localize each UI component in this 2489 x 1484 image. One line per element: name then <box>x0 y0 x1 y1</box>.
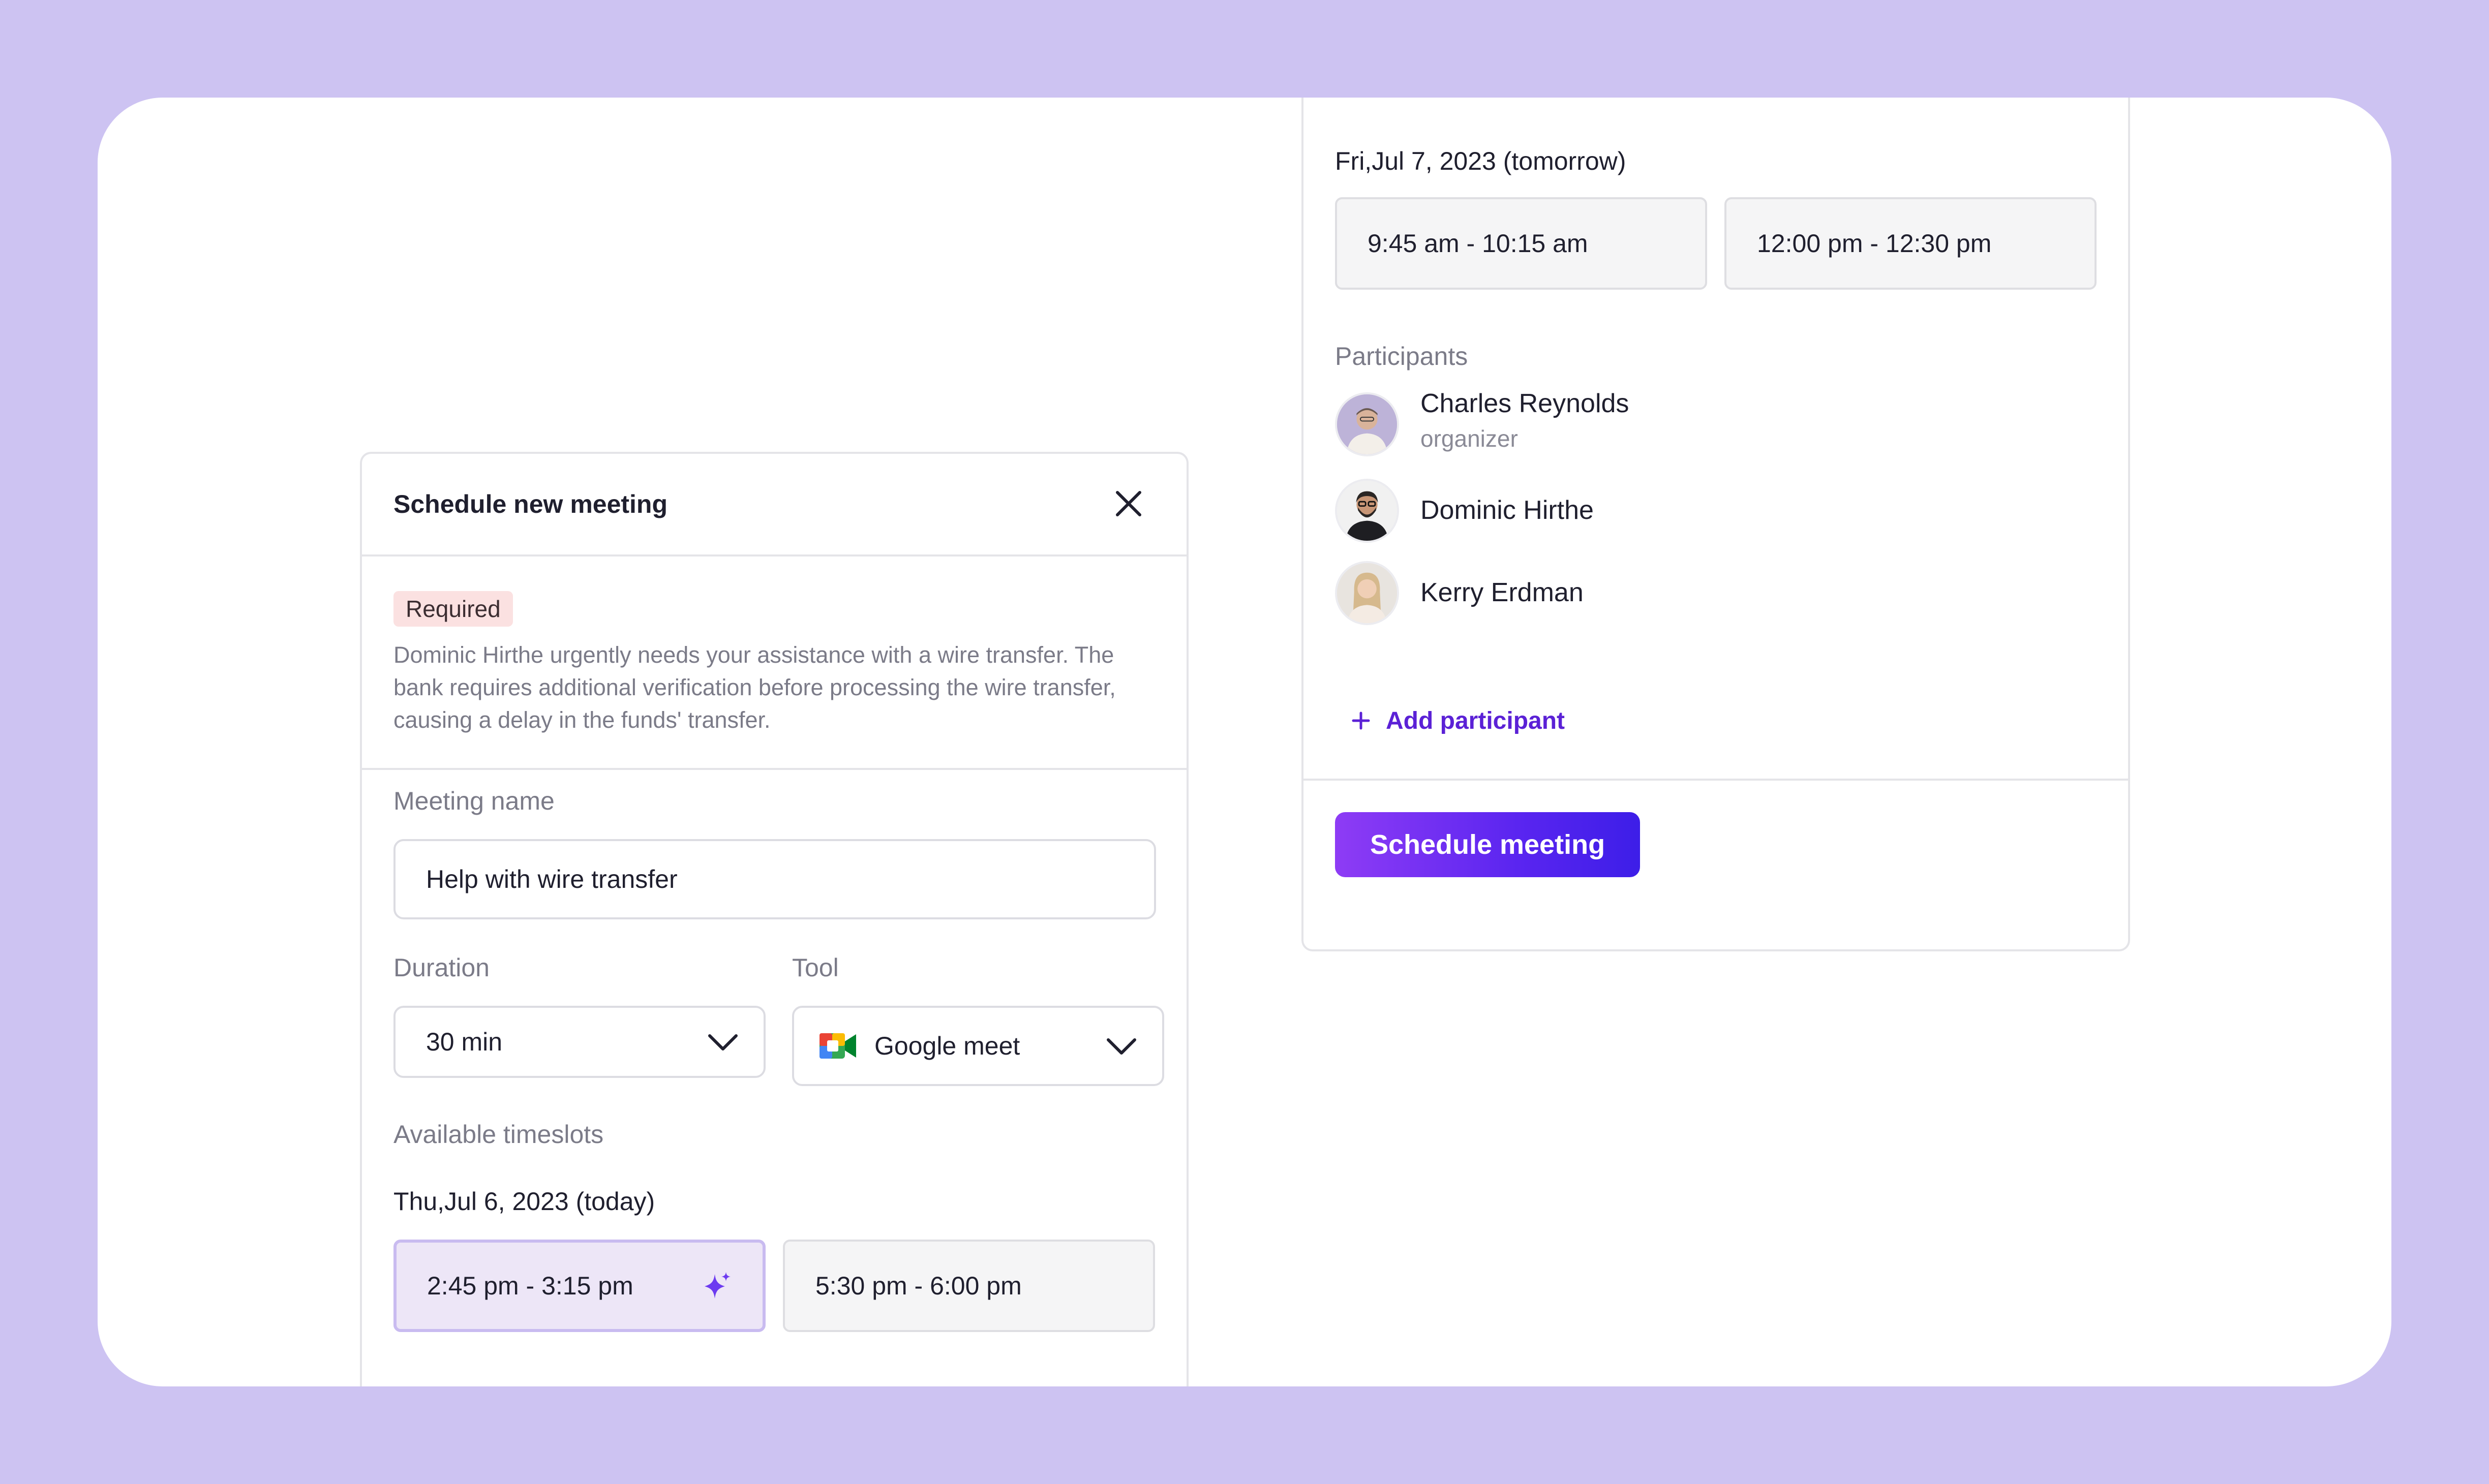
tool-select[interactable]: Google meet <box>792 1006 1164 1086</box>
avatar <box>1335 479 1399 543</box>
modal-header: Schedule new meeting <box>362 454 1187 556</box>
duration-label: Duration <box>393 953 490 982</box>
day-today-date: Thu,Jul 6, 2023 (today) <box>393 1187 655 1216</box>
timeslot-label: 9:45 am - 10:15 am <box>1368 229 1588 258</box>
close-icon <box>1116 491 1141 516</box>
chevron-down-icon <box>1107 1038 1136 1055</box>
participant-name: Kerry Erdman <box>1420 578 1584 607</box>
tool-label: Tool <box>792 953 839 982</box>
avatar <box>1335 561 1399 625</box>
chevron-down-icon <box>708 1034 738 1050</box>
tool-value: Google meet <box>874 1032 1020 1060</box>
close-button[interactable] <box>1110 485 1147 522</box>
duration-select[interactable]: 30 min <box>393 1006 766 1078</box>
timeslot-selected[interactable]: 2:45 pm - 3:15 pm <box>393 1240 766 1332</box>
participant-name: Dominic Hirthe <box>1420 496 1594 525</box>
notice-text: Dominic Hirthe urgently needs your assis… <box>393 642 1116 733</box>
avatar <box>1335 392 1399 456</box>
schedule-meeting-panel: Schedule new meeting Required Dominic Hi… <box>360 452 1189 1386</box>
participants-label: Participants <box>1335 342 1468 370</box>
divider <box>1303 779 2128 781</box>
schedule-meeting-panel-continued: Fri,Jul 7, 2023 (tomorrow) 9:45 am - 10:… <box>1301 98 2130 951</box>
participant-name: Charles Reynolds <box>1420 389 1629 418</box>
timeslot-label: 12:00 pm - 12:30 pm <box>1757 229 1992 258</box>
request-notice: Required Dominic Hirthe urgently needs y… <box>362 556 1187 770</box>
timeslot[interactable]: 12:00 pm - 12:30 pm <box>1724 197 2097 290</box>
modal-title: Schedule new meeting <box>393 490 668 518</box>
timeslot[interactable]: 9:45 am - 10:15 am <box>1335 197 1707 290</box>
timeslots-label: Available timeslots <box>393 1120 604 1149</box>
meeting-name-value: Help with wire transfer <box>426 865 678 893</box>
participant-role: organizer <box>1420 425 1518 452</box>
canvas: Schedule new meeting Required Dominic Hi… <box>98 98 2391 1386</box>
timeslot-label: 2:45 pm - 3:15 pm <box>427 1272 633 1300</box>
timeslot-label: 5:30 pm - 6:00 pm <box>815 1272 1022 1300</box>
plus-icon <box>1352 712 1370 730</box>
meeting-name-input[interactable]: Help with wire transfer <box>393 839 1156 919</box>
add-participant-button[interactable]: Add participant <box>1350 705 1565 736</box>
sparkle-icon <box>705 1272 731 1298</box>
required-badge: Required <box>393 591 513 627</box>
day-tomorrow-date: Fri,Jul 7, 2023 (tomorrow) <box>1335 147 1626 175</box>
add-participant-label: Add participant <box>1386 707 1565 734</box>
timeslot[interactable]: 5:30 pm - 6:00 pm <box>783 1240 1155 1332</box>
meeting-name-label: Meeting name <box>393 787 555 815</box>
google-meet-icon <box>819 1033 856 1059</box>
duration-value: 30 min <box>426 1028 503 1056</box>
schedule-meeting-button[interactable]: Schedule meeting <box>1335 812 1640 877</box>
